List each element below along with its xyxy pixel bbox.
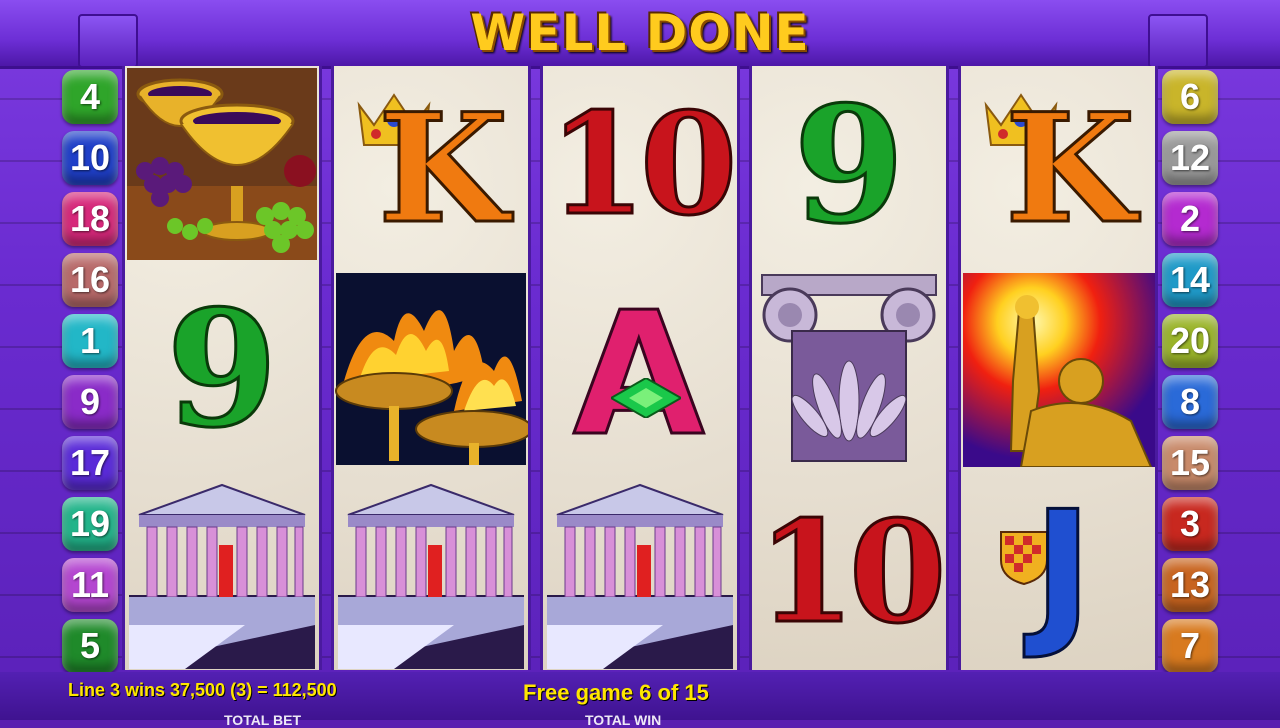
ten-label: 10 — [756, 491, 948, 655]
hero-symbol — [961, 270, 1155, 468]
right-payline-20-button[interactable]: 20 — [1162, 314, 1218, 368]
right-payline-15-button[interactable]: 15 — [1162, 436, 1218, 490]
right-payline-13-button[interactable]: 13 — [1162, 558, 1218, 612]
temple-symbol — [543, 474, 737, 672]
left-payline-4-button[interactable]: 4 — [62, 70, 118, 124]
column-symbol — [752, 270, 946, 468]
right-payline-8-button[interactable]: 8 — [1162, 375, 1218, 429]
reel-4: 9 10 — [749, 66, 949, 670]
jack-label: J — [1032, 476, 1095, 663]
king-symbol: K — [334, 66, 528, 264]
reel-grid: 9 K 10 A 9 10 K J — [122, 66, 1158, 670]
total-bet-label: TOTAL BET — [224, 712, 301, 728]
emerald-icon — [611, 378, 681, 418]
reel-3: 10 A — [540, 66, 740, 670]
right-payline-3-button[interactable]: 3 — [1162, 497, 1218, 551]
right-payline-12-button[interactable]: 12 — [1162, 131, 1218, 185]
ten-label: 10 — [547, 83, 739, 247]
left-payline-17-button[interactable]: 17 — [62, 436, 118, 490]
king-symbol: K — [961, 66, 1155, 264]
left-payline-1-button[interactable]: 1 — [62, 314, 118, 368]
left-payline-10-button[interactable]: 10 — [62, 131, 118, 185]
left-payline-11-button[interactable]: 11 — [62, 558, 118, 612]
left-payline-18-button[interactable]: 18 — [62, 192, 118, 246]
ace-label: A — [572, 276, 707, 474]
nine-label: 9 — [792, 71, 906, 259]
temple-symbol — [125, 474, 319, 672]
ten-symbol: 10 — [543, 66, 739, 264]
nine-symbol: 9 — [752, 66, 946, 264]
right-payline-2-button[interactable]: 2 — [1162, 192, 1218, 246]
right-payline-7-button[interactable]: 7 — [1162, 619, 1218, 673]
right-payline-6-button[interactable]: 6 — [1162, 70, 1218, 124]
total-win-label: TOTAL WIN — [585, 712, 662, 728]
left-payline-5-button[interactable]: 5 — [62, 619, 118, 673]
nine-symbol: 9 — [125, 270, 319, 468]
left-payline-16-button[interactable]: 16 — [62, 253, 118, 307]
king-label: K — [1003, 81, 1136, 257]
reel-1: 9 — [122, 66, 322, 670]
goblet-symbol — [125, 66, 319, 264]
left-payline-19-button[interactable]: 19 — [62, 497, 118, 551]
reel-5: K J — [958, 66, 1158, 670]
win-title: WELL DONE — [470, 4, 810, 62]
win-message: Line 3 wins 37,500 (3) = 112,500 — [68, 680, 337, 700]
reel-2: K — [331, 66, 531, 670]
left-payline-9-button[interactable]: 9 — [62, 375, 118, 429]
right-payline-14-button[interactable]: 14 — [1162, 253, 1218, 307]
king-label: K — [376, 81, 509, 257]
jack-symbol: J — [961, 474, 1155, 672]
nine-label: 9 — [165, 275, 279, 463]
torch-symbol — [334, 270, 528, 468]
ten-symbol: 10 — [752, 474, 948, 672]
temple-symbol — [334, 474, 528, 672]
ace-symbol: A — [543, 270, 737, 468]
free-games-counter: Free game 6 of 15 — [523, 680, 709, 705]
